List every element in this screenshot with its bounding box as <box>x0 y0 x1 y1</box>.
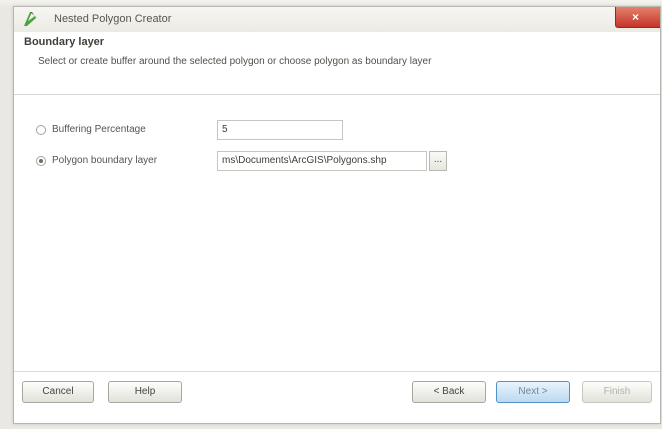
next-button[interactable]: Next > <box>496 381 570 403</box>
wizard-dialog: Nested Polygon Creator × Boundary layer … <box>13 6 661 424</box>
footer-divider <box>14 371 660 372</box>
buffer-label: Buffering Percentage <box>52 124 146 135</box>
back-button[interactable]: < Back <box>412 381 486 403</box>
browse-button[interactable]: ... <box>429 151 447 171</box>
buffer-option[interactable]: Buffering Percentage <box>32 121 212 141</box>
boundary-layer-label: Polygon boundary layer <box>52 155 158 166</box>
boundary-layer-path-input[interactable]: ms\Documents\ArcGIS\Polygons.shp <box>217 151 427 171</box>
buffer-radio[interactable] <box>36 125 46 135</box>
title-bar[interactable]: Nested Polygon Creator × <box>14 7 660 32</box>
close-button[interactable]: × <box>615 7 660 28</box>
app-logo-icon <box>24 12 36 26</box>
wizard-header: Boundary layer Select or create buffer a… <box>14 32 660 95</box>
boundary-layer-option[interactable]: Polygon boundary layer <box>32 152 212 172</box>
cancel-button[interactable]: Cancel <box>22 381 94 403</box>
help-button[interactable]: Help <box>108 381 182 403</box>
close-icon: × <box>632 10 640 24</box>
finish-button[interactable]: Finish <box>582 381 652 403</box>
buffer-percentage-input[interactable]: 5 <box>217 120 343 140</box>
boundary-layer-radio[interactable] <box>36 156 46 166</box>
page-description: Select or create buffer around the selec… <box>38 56 432 67</box>
window-title: Nested Polygon Creator <box>54 13 172 25</box>
page-title: Boundary layer <box>24 36 105 48</box>
